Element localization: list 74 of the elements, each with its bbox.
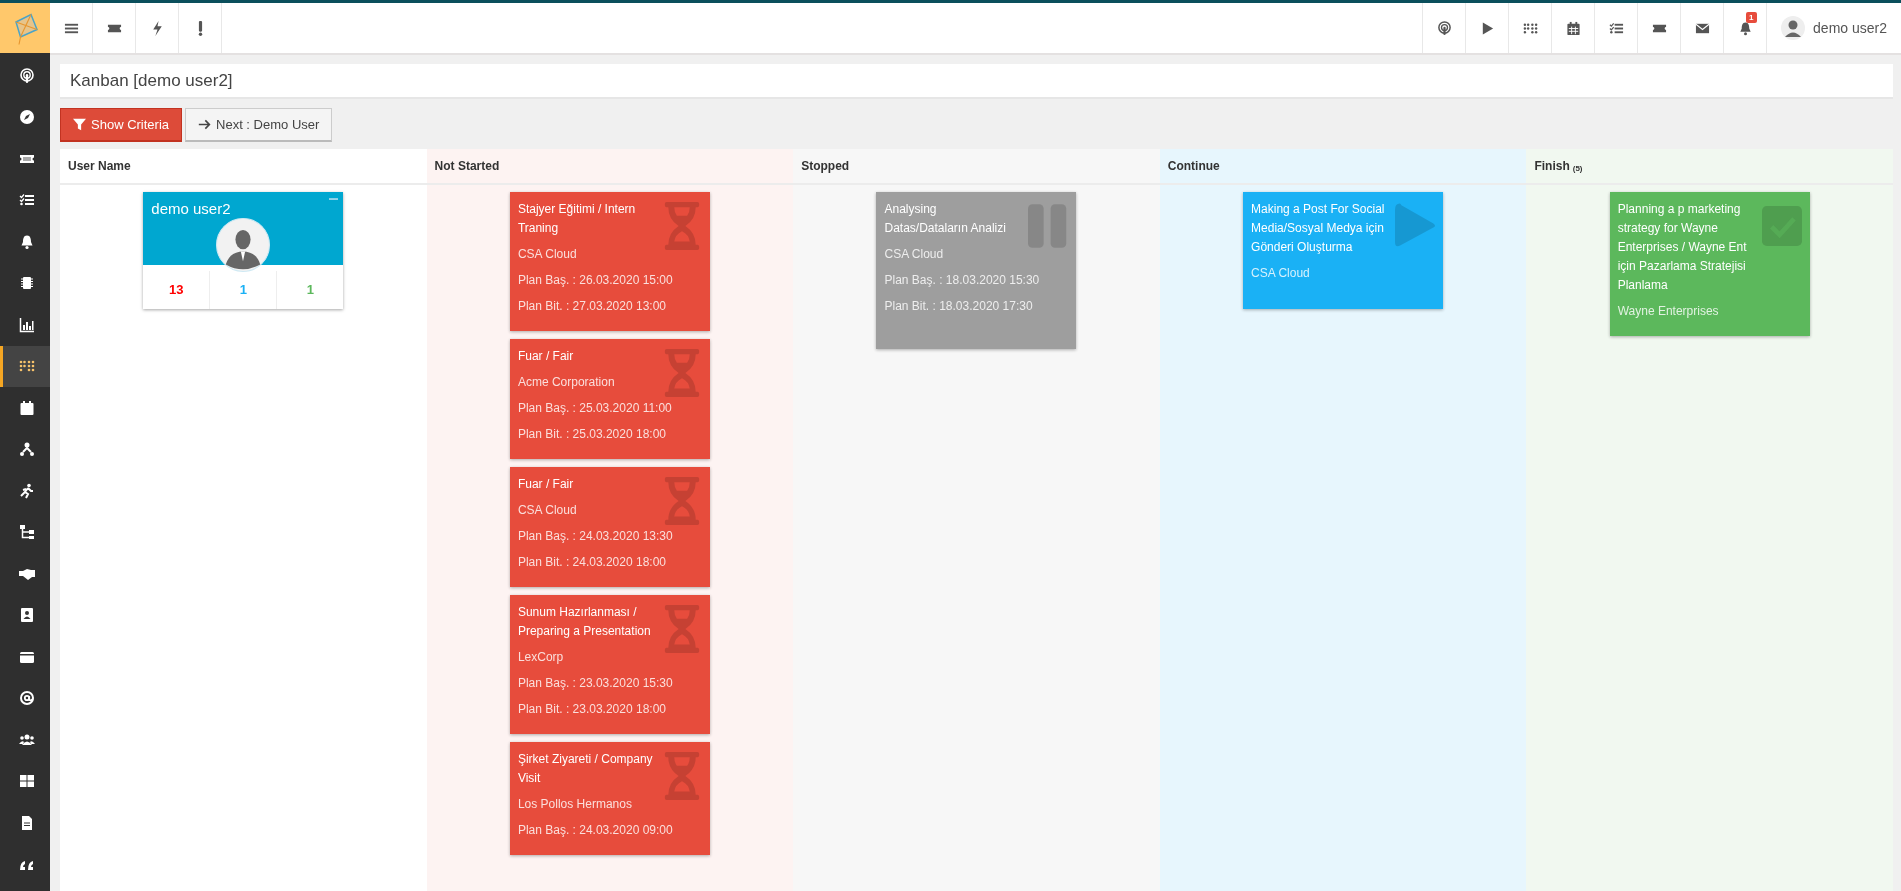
task-count: 1 [305,281,315,299]
task-title: Fuar / Fair [517,476,575,493]
address-card-icon [18,607,35,624]
company-name: Wayne Enterprises [1617,303,1720,320]
criteria-button[interactable]: Show Criteria [60,108,183,142]
filter-icon [73,118,86,131]
bell-icon [18,233,35,250]
plan-start-date: Plan Baş. : 23.03.2020 15:30 [517,675,674,692]
sidebar-item[interactable] [0,345,50,387]
podcast-icon [18,67,35,84]
task-count: 1 [210,271,278,309]
column-count: (5) [1572,163,1583,173]
task-card[interactable]: Making a Post For Social Media/Sosyal Medya için Gönderi Oluşturma CSA Cloud [1243,192,1444,309]
company-name: CSA Cloud [884,246,945,263]
task-title: Stajyer Eğitimi / Intern Traning [517,201,637,237]
task-card[interactable]: Fuar / Fair CSA Cloud Plan Baş. : 24.03.2020 13:30 Plan Bit. : 24.03.2020 18:00 [509,467,710,587]
plan-start-date: Plan Baş. : 26.03.2020 15:00 [517,272,674,289]
page-title: Kanban [demo user2] [70,70,233,91]
user-card[interactable]: demo user2 13 1 1 [143,192,344,309]
plan-start-date: Plan Baş. : 25.03.2020 11:00 [517,400,673,417]
plan-start-date: Plan Baş. : 24.03.2020 13:30 [517,528,674,545]
user-network-icon [18,441,35,458]
sitemap-icon [18,524,35,541]
task-card[interactable]: Analysing Datas/Dataların Analizi CSA Cloud Plan Baş. : 18.03.2020 15:30 Plan Bit. : 18.03.2020 17:30 [876,192,1077,349]
plan-start-date: Plan Baş. : 18.03.2020 15:30 [884,272,1041,289]
company-name: CSA Cloud [517,502,578,519]
user-menu[interactable]: demo user2 [1813,20,1887,36]
podcast-icon [1436,20,1452,36]
task-card[interactable]: Şirket Ziyareti / Company Visit Los Pollos Hermanos Plan Baş. : 24.03.2020 09:00 [509,742,710,855]
next-button[interactable]: Next : Demo User [185,108,333,142]
company-name: CSA Cloud [1251,265,1311,282]
company-name: Acme Corporation [517,374,616,391]
plan-end-date: Plan Bit. : 18.03.2020 17:30 [884,298,1034,315]
calendar-icon [1565,20,1581,36]
plan-end-date: Plan Bit. : 27.03.2020 13:00 [517,298,667,315]
notification-badge: 1 [1746,12,1757,23]
task-title: Şirket Ziyareti / Company Visit [517,751,654,787]
task-title: Fuar / Fair [517,348,575,365]
arrow-right-icon [198,118,212,131]
plan-end-date: Plan Bit. : 23.03.2020 18:00 [517,701,667,718]
avatar-icon [216,218,271,272]
task-card[interactable]: Stajyer Eğitimi / Intern Traning CSA Cloud Plan Baş. : 26.03.2020 15:00 Plan Bit. : 27.03.2020 13:00 [509,192,710,331]
bar-chart-icon [18,316,35,333]
at-sign-icon [18,690,35,707]
column-heading: Continue [1167,159,1220,173]
column-heading: Stopped [801,159,850,173]
bell-icon [1737,20,1753,36]
task-title: Making a Post For Social Media/Sosyal Medya için Gönderi Oluşturma [1251,201,1386,256]
column-heading: User Name [68,159,131,173]
task-card[interactable]: Planning a p marketing strategy for Wayne Enterprises / Wayne Ent için Pazarlama Stratejisi Planlama Wayne Enterprises [1609,192,1810,336]
plan-start-date: Plan Baş. : 24.03.2020 09:00 [517,822,674,839]
task-title: Analysing Datas/Dataların Analizi [884,201,1007,237]
avatar-icon [1781,16,1806,40]
company-name: LexCorp [517,649,565,666]
running-person-icon [18,482,35,499]
logo-icon[interactable] [0,0,50,53]
task-card[interactable]: Fuar / Fair Acme Corporation Plan Baş. : 25.03.2020 11:00 Plan Bit. : 25.03.2020 18:00 [509,339,710,459]
user-name: demo user2 [151,200,231,217]
task-title: Planning a p marketing strategy for Wayne Enterprises / Wayne Ent için Pazarlama Stratejisi Planlama [1617,201,1748,294]
toolbar-button[interactable]: 1 [1723,3,1767,53]
task-title: Sunum Hazırlanması / Preparing a Presentation [517,604,652,640]
task-count: 13 [143,271,211,309]
task-card[interactable]: Sunum Hazırlanması / Preparing a Presentation LexCorp Plan Baş. : 23.03.2020 15:30 Plan Bit. : 23.03.2020 18:00 [509,595,710,734]
column-heading: Finish [1534,159,1570,173]
windows-grid-icon [18,773,35,790]
checklist-icon [1608,20,1624,36]
company-name: CSA Cloud [517,246,578,263]
compass-icon [18,109,35,126]
company-name: Los Pollos Hermanos [517,796,633,813]
plan-end-date: Plan Bit. : 24.03.2020 18:00 [517,554,667,571]
column-heading: Not Started [434,159,500,173]
calendar-icon [18,399,35,416]
plan-end-date: Plan Bit. : 25.03.2020 18:00 [517,426,667,443]
chip-icon [18,275,35,292]
